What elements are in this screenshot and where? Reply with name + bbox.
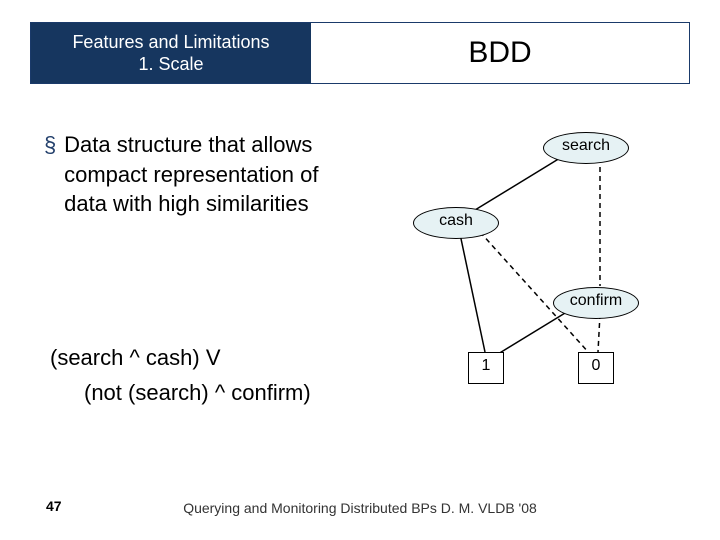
- bullet-marker: §: [44, 130, 58, 160]
- header-left-line2: 1. Scale: [138, 53, 203, 76]
- node-terminal-0: 0: [578, 352, 614, 384]
- node-terminal-1: 1: [468, 352, 504, 384]
- bdd-diagram: search cash confirm 1 0: [370, 110, 700, 410]
- node-cash: cash: [413, 207, 499, 239]
- formula-line2: (not (search) ^ confirm): [50, 375, 311, 410]
- header-right: BDD: [311, 23, 689, 83]
- bullet-text: Data structure that allows compact repre…: [64, 130, 354, 219]
- slide: Features and Limitations 1. Scale BDD § …: [0, 0, 720, 540]
- formula-block: (search ^ cash) V (not (search) ^ confir…: [50, 340, 311, 410]
- header-left: Features and Limitations 1. Scale: [31, 23, 311, 83]
- header-left-line1: Features and Limitations: [72, 31, 269, 54]
- footer-text: Querying and Monitoring Distributed BPs …: [0, 500, 720, 516]
- bullet-item: § Data structure that allows compact rep…: [44, 130, 359, 219]
- node-confirm: confirm: [553, 287, 639, 319]
- node-search: search: [543, 132, 629, 164]
- formula-line1: (search ^ cash) V: [50, 340, 311, 375]
- diagram-edges: [370, 110, 700, 410]
- header-bar: Features and Limitations 1. Scale BDD: [30, 22, 690, 84]
